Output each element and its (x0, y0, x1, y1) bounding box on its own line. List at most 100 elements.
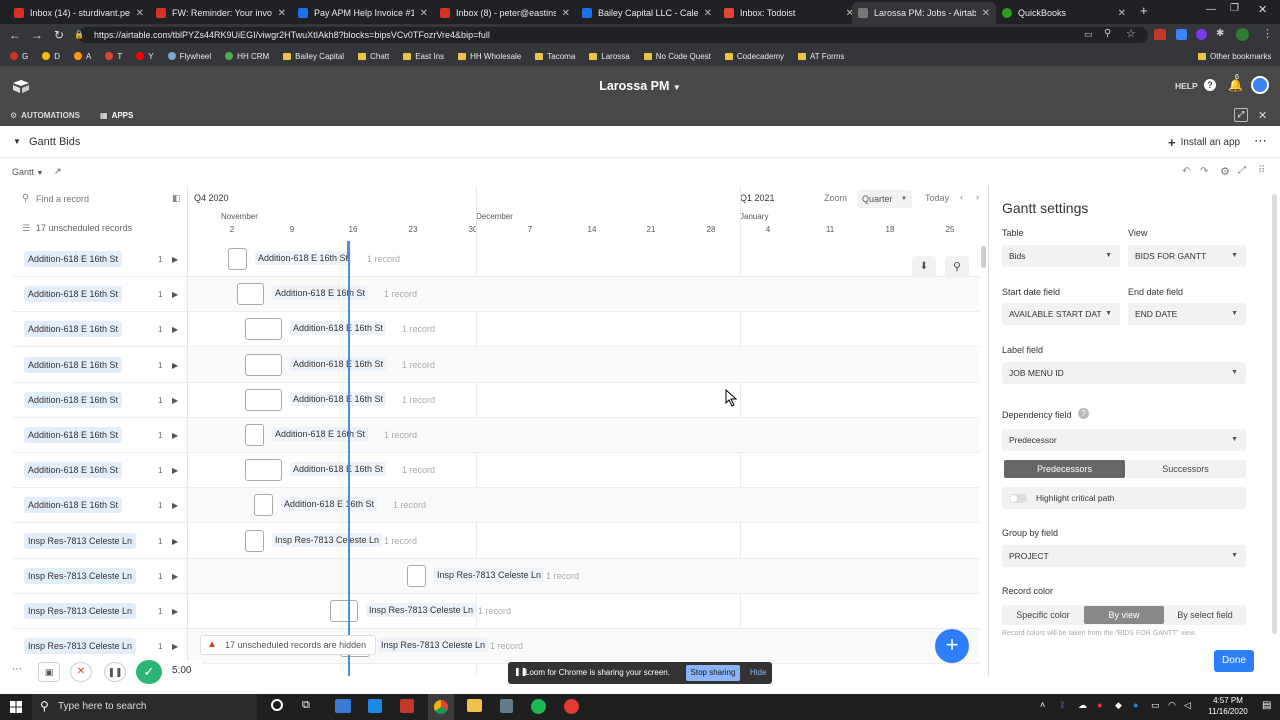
add-record-button[interactable]: + (935, 629, 969, 663)
gantt-bar[interactable] (245, 354, 282, 376)
table-select[interactable]: Bids ▼ (1002, 245, 1120, 267)
record-group-row[interactable]: Insp Res-7813 Celeste Ln 1 ▶ (12, 559, 187, 594)
end-date-select[interactable]: END DATE ▼ (1128, 303, 1246, 325)
user-avatar[interactable] (1251, 76, 1269, 94)
notifications-icon[interactable]: ▤ (1262, 700, 1271, 711)
close-apps-icon[interactable]: ✕ (1258, 109, 1267, 122)
undo-icon[interactable]: ↶ (1182, 166, 1190, 177)
cloud-icon[interactable]: ☁ (1078, 700, 1087, 711)
record-group-row[interactable]: Addition-618 E 16th St 1 ▶ (12, 453, 187, 488)
drag-handle-icon[interactable]: ⠿ (1258, 165, 1265, 176)
close-tab-icon[interactable]: ✕ (704, 8, 712, 19)
view-switcher[interactable]: Gantt ▼ (12, 167, 43, 177)
tray-app-icon[interactable]: ● (1097, 700, 1102, 710)
record-group-row[interactable]: Addition-618 E 16th St 1 ▶ (12, 312, 187, 347)
expand-arrow-icon[interactable]: ▶ (172, 537, 178, 546)
clock[interactable]: 4:57 PM 11/16/2020 (1200, 695, 1256, 717)
gantt-bar-label[interactable]: Addition-618 E 16th St (272, 286, 369, 300)
other-bookmarks-folder[interactable]: Other bookmarks (1198, 52, 1271, 61)
new-tab-icon[interactable]: + (1140, 3, 1148, 18)
file-explorer-icon[interactable] (467, 699, 482, 712)
expand-arrow-icon[interactable]: ▶ (172, 396, 178, 405)
browser-menu-icon[interactable]: ⋮ (1262, 27, 1273, 40)
expand-arrow-icon[interactable]: ▶ (172, 572, 178, 581)
install-app-button[interactable]: + Install an app (1168, 135, 1240, 150)
close-tab-icon[interactable]: ✕ (982, 8, 990, 19)
gantt-bar-label[interactable]: Addition-618 E 16th St (290, 392, 387, 406)
done-button[interactable]: Done (1214, 650, 1254, 672)
gantt-bar[interactable] (245, 530, 264, 552)
help-icon[interactable]: ? (1204, 79, 1216, 91)
chrome-taskbar-button[interactable] (428, 694, 454, 720)
gantt-bar[interactable] (245, 424, 264, 446)
record-group-row[interactable]: Addition-618 E 16th St 1 ▶ (12, 242, 187, 277)
cortana-icon[interactable] (271, 699, 283, 711)
bookmark-item[interactable]: T (105, 52, 122, 61)
info-icon[interactable]: ? (1078, 408, 1089, 419)
expand-arrow-icon[interactable]: ▶ (172, 325, 178, 334)
expand-icon[interactable]: ⤢ (1238, 165, 1246, 176)
close-tab-icon[interactable]: ✕ (420, 8, 428, 19)
record-group-row[interactable]: Addition-618 E 16th St 1 ▶ (12, 418, 187, 453)
bookmark-item[interactable]: HH CRM (225, 52, 269, 61)
expand-arrow-icon[interactable]: ▶ (172, 466, 178, 475)
bookmark-item[interactable]: G (10, 52, 28, 61)
stop-sharing-button[interactable]: Stop sharing (686, 665, 740, 681)
apps-button[interactable]: ▦ APPS (100, 111, 133, 120)
extension-icon[interactable] (1154, 29, 1166, 40)
tray-app-icon[interactable]: ● (1133, 700, 1138, 710)
download-icon[interactable]: ⬇ (912, 256, 936, 278)
bookmark-folder[interactable]: Codecademy (724, 52, 784, 61)
close-tab-icon[interactable]: ✕ (136, 8, 144, 19)
tray-chevron-icon[interactable]: ˄ (1040, 700, 1045, 710)
task-view-icon[interactable]: ⧉ (302, 699, 310, 712)
bookmark-item[interactable]: A (74, 52, 91, 61)
loom-cancel-icon[interactable]: ✕ (70, 662, 92, 682)
expand-arrow-icon[interactable]: ▶ (172, 431, 178, 440)
fullscreen-icon[interactable]: ⤢ (1234, 108, 1248, 122)
by-select-field-option[interactable]: By select field (1164, 605, 1246, 625)
base-title[interactable]: Larossa PM ▼ (0, 79, 1280, 93)
reload-icon[interactable]: ↻ (48, 28, 70, 42)
more-options-icon[interactable]: ⋯ (1254, 133, 1267, 149)
browser-tab[interactable]: Pay APM Help Invoice #142 ✕ (292, 2, 434, 24)
gantt-bar-label[interactable]: Addition-618 E 16th St (290, 462, 387, 476)
bookmark-item[interactable]: Flywheel (167, 52, 211, 61)
hide-button[interactable]: Hide (750, 668, 766, 677)
successors-toggle[interactable]: Successors (1125, 460, 1246, 478)
gantt-bar[interactable] (228, 248, 247, 270)
taskbar-app-icon[interactable] (400, 699, 414, 713)
start-date-select[interactable]: AVAILABLE START DAT ▼ (1002, 303, 1120, 325)
browser-tab[interactable]: Bailey Capital LLC - Calend ✕ (576, 2, 718, 24)
gantt-bar-label[interactable]: Addition-618 E 16th St (290, 321, 387, 335)
redo-icon[interactable]: ↷ (1200, 166, 1208, 177)
label-field-select[interactable]: JOB MENU ID ▼ (1002, 362, 1246, 384)
record-group-row[interactable]: Addition-618 E 16th St 1 ▶ (12, 383, 187, 418)
gantt-bar[interactable] (245, 459, 282, 481)
gantt-bar[interactable] (237, 283, 264, 305)
collapse-caret-icon[interactable]: ▼ (13, 137, 21, 146)
expand-arrow-icon[interactable]: ▶ (172, 361, 178, 370)
expand-arrow-icon[interactable]: ▶ (172, 290, 178, 299)
bookmark-folder[interactable]: No Code Quest (643, 52, 711, 61)
bookmark-folder[interactable]: East Ins (403, 52, 444, 61)
group-select[interactable]: PROJECT ▼ (1002, 545, 1246, 567)
more-icon[interactable]: ⋯ (12, 664, 22, 675)
gantt-bar[interactable] (245, 389, 282, 411)
browser-tab[interactable]: QuickBooks ✕ (996, 2, 1132, 24)
bluetooth-icon[interactable]: ᛒ (1060, 700, 1065, 710)
taskbar-app-icon[interactable] (500, 699, 513, 713)
browser-tab[interactable]: Inbox: Todoist ✕ (718, 2, 860, 24)
automations-button[interactable]: ⚙ AUTOMATIONS (10, 111, 80, 120)
bookmark-item[interactable]: Y (136, 52, 154, 61)
record-group-row[interactable]: Insp Res-7813 Celeste Ln 1 ▶ (12, 524, 187, 559)
browser-tab[interactable]: Inbox (8) - peter@eastinsur ✕ (434, 2, 576, 24)
critical-path-toggle[interactable] (1009, 494, 1027, 503)
bookmark-folder[interactable]: Tacoma (535, 52, 575, 61)
loom-camera-icon[interactable]: ▣ (38, 662, 60, 682)
gantt-bar[interactable] (254, 494, 273, 516)
close-tab-icon[interactable]: ✕ (278, 8, 286, 19)
bookmark-folder[interactable]: HH Wholesale (458, 52, 521, 61)
expand-arrow-icon[interactable]: ▶ (172, 642, 178, 651)
spotify-icon[interactable] (531, 699, 546, 714)
